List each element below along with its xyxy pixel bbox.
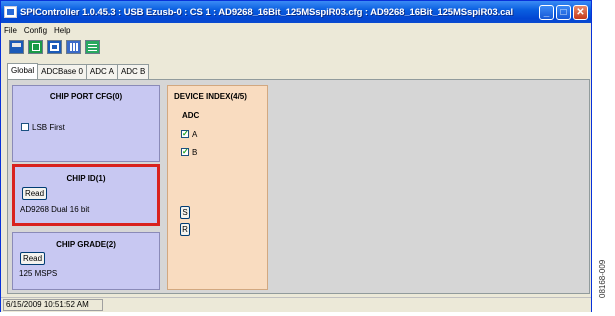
app-window: SPIController 1.0.45.3 : USB Ezusb-0 : C…	[0, 0, 592, 312]
status-timestamp: 6/15/2009 10:51:52 AM	[3, 299, 103, 311]
save-icon[interactable]	[9, 40, 24, 54]
chip-icon[interactable]	[66, 40, 81, 54]
chip-grade-value: 125 MSPS	[19, 269, 58, 278]
tab-strip: Global ADCBase 0 ADC A ADC B	[7, 63, 150, 79]
channel-b-label: B	[192, 148, 198, 157]
tab-adc-b[interactable]: ADC B	[116, 64, 150, 79]
menu-file[interactable]: File	[4, 26, 17, 35]
lsb-first-label: LSB First	[32, 123, 65, 132]
menu-bar: File Config Help	[1, 23, 591, 37]
toolbar	[1, 38, 591, 56]
figure-id: 08168-009	[598, 259, 607, 298]
channel-a-label: A	[192, 130, 198, 139]
device-index-title: DEVICE INDEX(4/5)	[174, 92, 247, 101]
chip-grade-read-button[interactable]: Read	[20, 252, 45, 265]
channel-b-checkbox[interactable]: ✓	[181, 148, 189, 156]
channel-a-checkbox[interactable]: ✓	[181, 130, 189, 138]
menu-config[interactable]: Config	[24, 26, 47, 35]
app-icon	[4, 6, 17, 18]
close-button[interactable]: ✕	[573, 4, 588, 20]
grid-icon[interactable]	[28, 40, 43, 54]
maximize-button[interactable]: □	[556, 4, 571, 20]
title-bar[interactable]: SPIController 1.0.45.3 : USB Ezusb-0 : C…	[1, 1, 591, 23]
chip-id-highlight	[12, 164, 160, 226]
tab-global[interactable]: Global	[7, 63, 39, 79]
chip-port-cfg-panel: CHIP PORT CFG(0) LSB First	[12, 85, 160, 162]
menu-help[interactable]: Help	[54, 26, 70, 35]
lsb-first-checkbox[interactable]	[21, 123, 29, 131]
table-icon[interactable]	[47, 40, 62, 54]
chip-grade-title: CHIP GRADE(2)	[56, 240, 116, 249]
set-button[interactable]: S	[180, 206, 190, 219]
window-title: SPIController 1.0.45.3 : USB Ezusb-0 : C…	[20, 6, 514, 18]
tab-adc-a[interactable]: ADC A	[85, 64, 118, 79]
chip-grade-panel: CHIP GRADE(2) Read 125 MSPS	[12, 232, 160, 290]
status-bar: 6/15/2009 10:51:52 AM	[1, 297, 591, 312]
settings-icon[interactable]	[85, 40, 100, 54]
chip-port-cfg-title: CHIP PORT CFG(0)	[49, 92, 123, 101]
read-button[interactable]: R	[180, 223, 190, 236]
tab-adcbase0[interactable]: ADCBase 0	[37, 64, 87, 79]
device-index-panel: DEVICE INDEX(4/5) ADC ✓ A ✓ B S R	[167, 85, 268, 290]
minimize-button[interactable]: _	[539, 4, 554, 20]
adc-label: ADC	[182, 111, 200, 120]
